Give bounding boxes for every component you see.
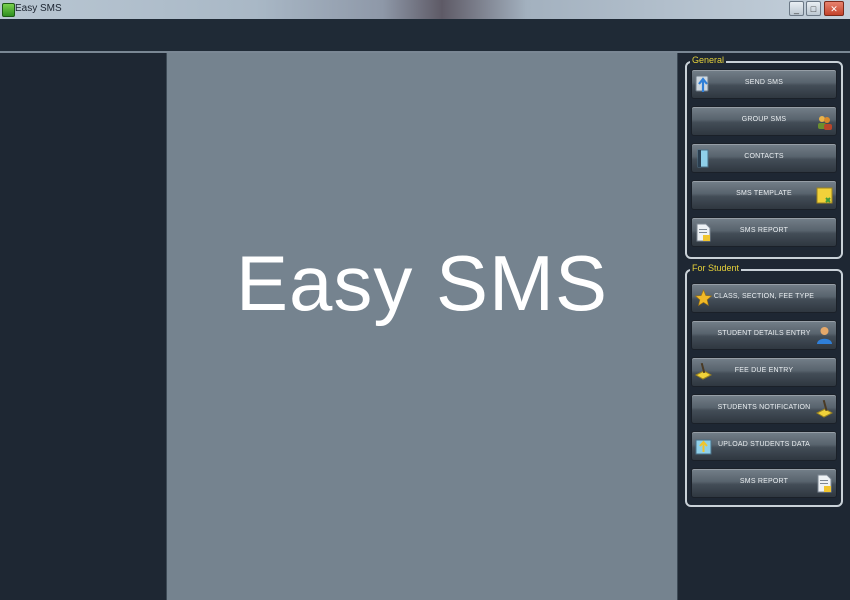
student-person-icon — [817, 327, 832, 344]
window-title: Easy SMS — [15, 3, 62, 14]
send-sms-button[interactable]: SEND SMS — [691, 69, 837, 99]
upload-students-data-label: UPLOAD STUDENTS DATA — [717, 441, 811, 448]
upload-students-data-button[interactable]: UPLOAD STUDENTS DATA — [691, 431, 837, 461]
students-notification-button[interactable]: STUDENTS NOTIFICATION — [691, 394, 837, 424]
fee-due-entry-label: FEE DUE ENTRY — [734, 367, 794, 374]
contacts-label: CONTACTS — [744, 153, 784, 160]
student-details-entry-label: STUDENT DETAILS ENTRY — [717, 330, 811, 337]
fee-due-entry-button[interactable]: FEE DUE ENTRY — [691, 357, 837, 387]
notification-pencil-icon — [816, 400, 833, 418]
close-button[interactable]: ✕ — [824, 1, 844, 16]
right-panel: General SEND SMS GROUP SMS CONTACTS SMS … — [678, 53, 850, 600]
title-bar[interactable]: Easy SMS _ □ ✕ — [0, 0, 850, 19]
people-icon — [818, 116, 832, 130]
sms-report-label: SMS REPORT — [739, 227, 789, 234]
menu-bar — [0, 19, 850, 53]
template-note-icon — [816, 187, 833, 204]
student-details-entry-button[interactable]: STUDENT DETAILS ENTRY — [691, 320, 837, 350]
group-sms-label: GROUP SMS — [741, 116, 787, 123]
app-title-text: Easy SMS — [235, 239, 609, 327]
student-group: For Student CLASS, SECTION, FEE TYPE STU… — [685, 263, 843, 507]
general-group: General SEND SMS GROUP SMS CONTACTS SMS … — [685, 55, 843, 259]
sms-template-button[interactable]: SMS TEMPLATE — [691, 180, 837, 210]
students-notification-label: STUDENTS NOTIFICATION — [717, 404, 811, 411]
send-sms-label: SEND SMS — [744, 79, 784, 86]
class-section-fee-type-label: CLASS, SECTION, FEE TYPE — [713, 293, 815, 300]
student-sms-report-label: SMS REPORT — [739, 478, 789, 485]
sms-template-label: SMS TEMPLATE — [736, 190, 792, 197]
class-section-fee-type-button[interactable]: CLASS, SECTION, FEE TYPE — [691, 283, 837, 313]
sms-report-button[interactable]: SMS REPORT — [691, 217, 837, 247]
group-sms-button[interactable]: GROUP SMS — [691, 106, 837, 136]
student-sms-report-button[interactable]: SMS REPORT — [691, 468, 837, 498]
report-document-icon — [817, 474, 832, 493]
student-group-legend: For Student — [690, 263, 742, 274]
general-group-legend: General — [690, 55, 727, 66]
contacts-button[interactable]: CONTACTS — [691, 143, 837, 173]
maximize-button[interactable]: □ — [806, 1, 821, 16]
main-content-panel: Easy SMS — [166, 53, 678, 600]
minimize-button[interactable]: _ — [789, 1, 804, 16]
app-icon — [2, 3, 15, 17]
left-panel — [0, 53, 166, 600]
